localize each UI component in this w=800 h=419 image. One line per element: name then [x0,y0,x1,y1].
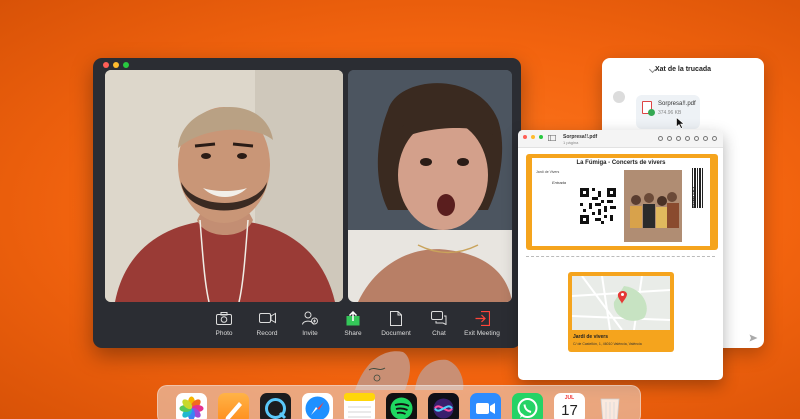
chat-title: Xat de la trucada [654,66,712,73]
venue-name: Jardí de vivers [573,334,609,340]
calendar-day: 17 [561,402,578,419]
quicktime-app-icon[interactable] [260,393,291,419]
pdf-document-subtitle: 1 pàgina [563,140,579,145]
exit-icon [473,310,491,326]
document-label: Document [381,330,411,337]
pdf-window-controls [523,135,543,139]
add-person-icon [301,310,319,326]
band-photo [624,170,682,242]
notes-app-icon[interactable] [344,393,375,419]
spotify-app-icon[interactable] [386,393,417,419]
exit-meeting-button[interactable]: Exit Meeting [461,310,503,337]
zoom-out-icon[interactable] [667,136,672,141]
maximize-window-button[interactable] [123,62,129,68]
share-icon [344,310,362,326]
mouse-cursor-icon [676,116,685,134]
pdf-preview-window: Sorpresa!!.pdf 1 pàgina La Fúmiga - Conc… [518,130,723,380]
document-button[interactable]: Document [375,310,417,337]
photo-button[interactable]: Photo [203,310,245,337]
markup-icon[interactable] [694,136,699,141]
attachment-name: Sorpresa!!.pdf [658,101,696,107]
qr-code-image [580,188,616,224]
info-icon[interactable] [658,136,663,141]
calendar-month: JUL [564,395,575,401]
rotate-icon[interactable] [703,136,708,141]
zoom-in-icon[interactable] [676,136,681,141]
close-window-button[interactable] [103,62,109,68]
participant-woman-image [348,70,512,302]
trash-app-icon[interactable] [598,393,622,419]
record-label: Record [256,330,278,337]
file-attachment[interactable]: Sorpresa!!.pdf 374.96 KB [636,95,700,129]
video-camera-icon [258,310,276,326]
ticket-body: La Fúmiga - Concerts de vivers Jardí de … [532,158,710,246]
pdf-close-button[interactable] [523,135,527,139]
share-button[interactable]: Share [332,310,374,337]
pdf-toolbar [658,136,717,141]
pdf-titlebar: Sorpresa!!.pdf 1 pàgina [518,130,723,148]
meeting-toolbar: Photo Record Invite Share Document Chat … [203,310,503,342]
photos-app-icon[interactable] [176,393,207,419]
camera-icon [215,310,233,326]
participant-video-right [348,70,512,302]
pdf-minimize-button[interactable] [531,135,535,139]
ticket-title: La Fúmiga - Concerts de vivers [576,160,666,166]
participant-man-image [105,70,343,302]
share-label: Share [344,330,362,337]
siri-app-icon[interactable] [428,393,459,419]
minimize-window-button[interactable] [113,62,119,68]
invite-button[interactable]: Invite [289,310,331,337]
venue-address: C/ de Castellón, 1, 46010 València, Valè… [573,342,642,346]
invite-label: Invite [302,330,318,337]
concert-ticket: La Fúmiga - Concerts de vivers Jardí de … [526,154,718,250]
ticket-stub-label: ENTRADA [692,186,697,208]
sidebar-toggle-icon[interactable] [548,135,556,141]
record-button[interactable]: Record [246,310,288,337]
venue-map-card: Jardí de vivers C/ de Castellón, 1, 4601… [568,272,674,352]
document-icon [387,310,405,326]
share-icon[interactable] [685,136,690,141]
safari-app-icon[interactable] [302,393,333,419]
send-icon[interactable] [749,329,758,347]
avatar [613,91,625,103]
ticket-entry-label: Entrada [552,180,567,185]
venue-map [571,275,671,331]
zoom-app-icon[interactable] [470,393,501,419]
calendar-app-icon[interactable]: JUL 17 [554,393,585,419]
meeting-window: Photo Record Invite Share Document Chat … [93,58,521,348]
checkmark-icon [648,109,655,116]
chat-label: Chat [432,330,446,337]
chat-bubbles-icon [430,310,448,326]
window-controls [103,62,129,68]
dock: JUL 17 [157,385,641,419]
pdf-maximize-button[interactable] [539,135,543,139]
pages-app-icon[interactable] [218,393,249,419]
search-icon[interactable] [712,136,717,141]
ticket-venue: Jardí de Vivers [536,170,560,174]
chat-button[interactable]: Chat [418,310,460,337]
whatsapp-app-icon[interactable] [512,393,543,419]
exit-meeting-label: Exit Meeting [464,330,500,337]
page-divider [526,256,715,257]
participant-video-left [105,70,343,302]
photo-label: Photo [215,330,233,337]
